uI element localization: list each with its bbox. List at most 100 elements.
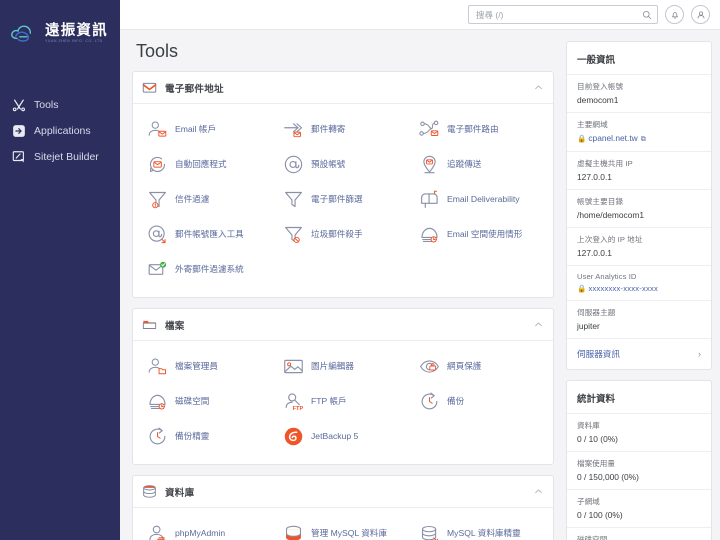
chevron-up-icon[interactable] bbox=[534, 487, 543, 496]
tool-email-deliverability[interactable]: Email Deliverability bbox=[411, 183, 547, 216]
chevron-up-icon[interactable] bbox=[534, 320, 543, 329]
lock-icon: 🔒 bbox=[577, 284, 587, 293]
info-row-shared-ip: 虛擬主機共用 IP 127.0.0.1 bbox=[567, 151, 711, 189]
section-email-tools: Email 帳戶 郵件轉寄 電子郵件路由 自動回應程式 預設帳號 追蹤傳送 信件… bbox=[133, 104, 553, 297]
stat-row-databases: 資料庫 0 / 10 (0%) bbox=[567, 413, 711, 451]
forwarders-icon bbox=[284, 123, 303, 138]
general-info-title: 一般資訊 bbox=[577, 55, 616, 66]
stat-value: 0 / 100 (0%) bbox=[577, 510, 623, 520]
search-box[interactable] bbox=[468, 5, 658, 24]
tool-label: 郵件帳號匯入工具 bbox=[175, 229, 244, 240]
tool-default-address[interactable]: 預設帳號 bbox=[275, 148, 411, 181]
stat-key: 資料庫 bbox=[577, 421, 600, 430]
info-key: 虛擬主機共用 IP bbox=[577, 159, 633, 168]
section-databases-tools: phpMyAdmin 管理 MySQL 資料庫 MySQL 資料庫精靈 bbox=[133, 508, 553, 540]
tool-global-filters[interactable]: 信件過濾 bbox=[139, 183, 275, 216]
tool-jetbackup[interactable]: JetBackup 5 bbox=[275, 420, 411, 453]
info-row-current-user: 目前登入帳號 democom1 bbox=[567, 74, 711, 112]
tool-outgoing-mail-filter[interactable]: 外寄郵件過濾系統 bbox=[139, 253, 275, 286]
tool-label: 郵件轉寄 bbox=[311, 124, 346, 135]
info-row-last-login-ip: 上次登入的 IP 地址 127.0.0.1 bbox=[567, 227, 711, 265]
tool-track-delivery[interactable]: 追蹤傳送 bbox=[411, 148, 547, 181]
global-filters-icon bbox=[149, 191, 166, 209]
account-button[interactable] bbox=[691, 5, 710, 24]
section-title: 資料庫 bbox=[165, 487, 195, 499]
tool-label: 檔案管理員 bbox=[175, 361, 218, 372]
tool-spam-filters[interactable]: 垃圾郵件殺手 bbox=[275, 218, 411, 251]
sidebar-item-label: Sitejet Builder bbox=[34, 151, 99, 163]
tool-email-routing[interactable]: 電子郵件路由 bbox=[411, 113, 547, 146]
brand-name-en: YUAN ZHEN INFO. CO. LTD bbox=[45, 39, 103, 44]
tool-label: 網頁保護 bbox=[447, 361, 482, 372]
tool-disk-usage[interactable]: 磁碟空間 bbox=[139, 385, 275, 418]
sidebar-item-applications[interactable]: Applications bbox=[0, 118, 120, 144]
statistics-title: 統計資料 bbox=[577, 394, 616, 405]
info-key: User Analytics ID bbox=[577, 272, 637, 281]
email-routing-icon bbox=[419, 120, 439, 137]
tools-icon bbox=[12, 99, 25, 112]
tool-email-accounts[interactable]: Email 帳戶 bbox=[139, 113, 275, 146]
statistics-panel: 統計資料 資料庫 0 / 10 (0%) 檔案使用量 0 / 150,000 (… bbox=[566, 380, 712, 540]
sidebar: 遠振資訊 YUAN ZHEN INFO. CO. LTD Tools Appli… bbox=[0, 0, 120, 540]
tool-label: MySQL 資料庫精靈 bbox=[447, 528, 521, 539]
info-column: 一般資訊 目前登入帳號 democom1 主要網域 🔒 cpanel.net.tw… bbox=[566, 30, 712, 540]
tool-backup[interactable]: 備份 bbox=[411, 385, 547, 418]
stat-row-subdomains: 子網域 0 / 100 (0%) bbox=[567, 489, 711, 527]
info-value: cpanel.net.tw bbox=[588, 133, 638, 143]
stat-key: 磁碟空間 bbox=[577, 535, 608, 540]
stat-row-disk-space: 磁碟空間 0 MB / 20 GB (0%) bbox=[567, 527, 711, 540]
general-info-panel: 一般資訊 目前登入帳號 democom1 主要網域 🔒 cpanel.net.tw… bbox=[566, 41, 712, 370]
tool-label: 預設帳號 bbox=[311, 159, 346, 170]
chevron-up-icon[interactable] bbox=[534, 83, 543, 92]
tool-address-importer[interactable]: 郵件帳號匯入工具 bbox=[139, 218, 275, 251]
info-key: 目前登入帳號 bbox=[577, 82, 624, 91]
search-icon[interactable] bbox=[642, 10, 652, 20]
tool-directory-privacy[interactable]: 網頁保護 bbox=[411, 350, 547, 383]
primary-domain-link[interactable]: 🔒 cpanel.net.tw ⧉ bbox=[577, 133, 701, 144]
section-email-header[interactable]: 電子郵件地址 bbox=[133, 72, 553, 104]
directory-privacy-icon bbox=[420, 360, 439, 373]
jetbackup-icon bbox=[284, 427, 303, 446]
info-value: 127.0.0.1 bbox=[577, 248, 612, 258]
tool-mysql-databases[interactable]: 管理 MySQL 資料庫 bbox=[275, 517, 411, 540]
tool-phpmyadmin[interactable]: phpMyAdmin bbox=[139, 517, 275, 540]
section-files: 檔案 檔案管理員 圖片編輯器 網頁保護 磁碟空間 FTP FTP 帳戶 備份 備… bbox=[132, 308, 554, 465]
lock-icon: 🔒 bbox=[577, 134, 587, 143]
sidebar-item-tools[interactable]: Tools bbox=[0, 92, 120, 118]
tool-forwarders[interactable]: 郵件轉寄 bbox=[275, 113, 411, 146]
spam-filters-icon bbox=[285, 226, 302, 244]
chevron-right-icon: › bbox=[698, 349, 701, 359]
tool-file-manager[interactable]: 檔案管理員 bbox=[139, 350, 275, 383]
top-bar bbox=[120, 0, 720, 30]
stat-value: 0 / 10 (0%) bbox=[577, 434, 618, 444]
email-accounts-icon bbox=[148, 121, 167, 137]
brand-logo[interactable]: 遠振資訊 YUAN ZHEN INFO. CO. LTD bbox=[0, 16, 120, 46]
tool-backup-wizard[interactable]: 備份精靈 bbox=[139, 420, 275, 453]
tool-email-disk-usage[interactable]: Email 空間使用情形 bbox=[411, 218, 547, 251]
tools-column: Tools 電子郵件地址 Email 帳戶 郵件轉寄 電子郵件路由 自動回應程式… bbox=[132, 30, 554, 540]
section-databases-header[interactable]: 資料庫 bbox=[133, 476, 553, 508]
section-email: 電子郵件地址 Email 帳戶 郵件轉寄 電子郵件路由 自動回應程式 預設帳號 … bbox=[132, 71, 554, 298]
tool-autoresponders[interactable]: 自動回應程式 bbox=[139, 148, 275, 181]
sidebar-nav: Tools Applications Sitejet Builder bbox=[0, 92, 120, 170]
autoresponders-icon bbox=[149, 156, 166, 173]
tool-mysql-wizard[interactable]: MySQL 資料庫精靈 bbox=[411, 517, 547, 540]
sitejet-builder-icon bbox=[12, 151, 24, 163]
sidebar-item-sitejet-builder[interactable]: Sitejet Builder bbox=[0, 144, 120, 170]
mysql-databases-icon bbox=[285, 525, 302, 540]
section-files-header[interactable]: 檔案 bbox=[133, 309, 553, 341]
notifications-button[interactable] bbox=[665, 5, 684, 24]
tool-label: 圖片編輯器 bbox=[311, 361, 354, 372]
tool-images[interactable]: 圖片編輯器 bbox=[275, 350, 411, 383]
info-value-wrap: 🔒 xxxxxxxx-xxxx-xxxx bbox=[577, 284, 701, 293]
applications-icon bbox=[13, 125, 25, 137]
search-input[interactable] bbox=[476, 9, 642, 20]
server-information-label: 伺服器資訊 bbox=[577, 349, 620, 359]
file-manager-icon bbox=[148, 358, 167, 375]
info-row-home-directory: 帳號主要目錄 /home/democom1 bbox=[567, 189, 711, 227]
tool-email-filters[interactable]: 電子郵件篩選 bbox=[275, 183, 411, 216]
tool-label: 垃圾郵件殺手 bbox=[311, 229, 363, 240]
info-value: xxxxxxxx-xxxx-xxxx bbox=[588, 284, 658, 293]
server-information-link[interactable]: 伺服器資訊 › bbox=[567, 338, 711, 369]
tool-ftp-accounts[interactable]: FTP FTP 帳戶 bbox=[275, 385, 411, 418]
